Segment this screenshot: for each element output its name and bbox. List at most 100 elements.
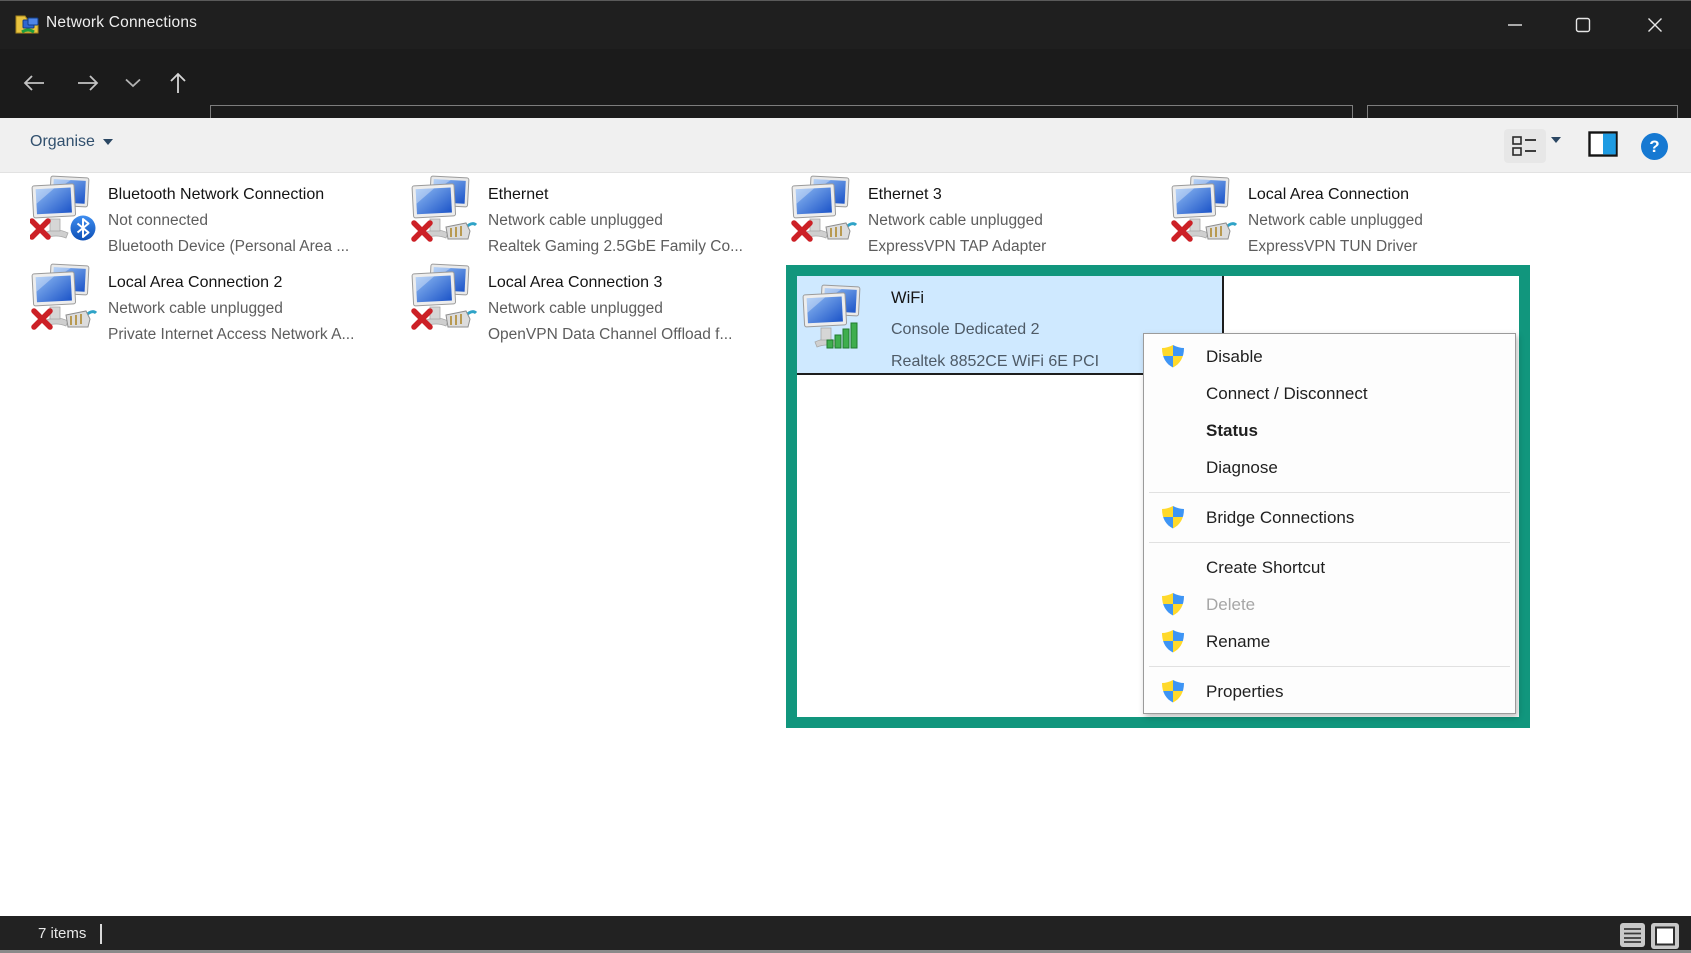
- uac-shield-icon: [1160, 505, 1186, 531]
- bluetooth-icon: [71, 216, 96, 241]
- rj45-connector-icon: [1206, 223, 1236, 239]
- bluetooth-adapter-icon: [30, 175, 100, 245]
- context-menu-item-diagnose[interactable]: Diagnose: [1144, 449, 1515, 486]
- connection-status: Network cable unplugged: [488, 296, 732, 322]
- forward-arrow-icon: [76, 73, 100, 93]
- context-menu-label: Disable: [1206, 347, 1263, 367]
- view-options-dropdown[interactable]: [1551, 143, 1561, 161]
- context-menu-item-status[interactable]: Status: [1144, 412, 1515, 449]
- network-connections-window: Network Connections: [0, 0, 1691, 953]
- close-button[interactable]: [1626, 1, 1684, 49]
- view-options-icon: [1512, 135, 1538, 157]
- context-menu-separator: [1144, 536, 1515, 549]
- back-button[interactable]: [14, 63, 54, 103]
- ethernet-adapter-icon: [410, 263, 480, 333]
- organise-caret-icon: [103, 139, 113, 145]
- context-menu-item-rename[interactable]: Rename: [1144, 623, 1515, 660]
- context-menu-item-create-shortcut[interactable]: Create Shortcut: [1144, 549, 1515, 586]
- details-view-button[interactable]: [1620, 923, 1645, 952]
- context-menu-item-properties[interactable]: Properties: [1144, 673, 1515, 710]
- uac-shield-icon: [1160, 344, 1186, 370]
- network-folder-icon: [14, 10, 42, 38]
- rj45-connector-icon: [826, 223, 856, 239]
- connection-item-ethernet-3[interactable]: Ethernet 3 Network cable unplugged Expre…: [790, 173, 1148, 255]
- context-menu-label: Properties: [1206, 682, 1283, 702]
- ethernet-adapter-icon: [30, 263, 100, 333]
- context-menu: Disable Connect / Disconnect Status Diag…: [1143, 333, 1516, 714]
- close-icon: [1647, 17, 1663, 33]
- minimize-button[interactable]: [1486, 1, 1544, 49]
- connection-status: Network cable unplugged: [488, 208, 743, 234]
- maximize-icon: [1575, 17, 1591, 33]
- context-menu-label: Diagnose: [1206, 458, 1278, 478]
- context-menu-separator: [1144, 660, 1515, 673]
- organise-menu-button[interactable]: Organise: [30, 133, 113, 151]
- status-bar: 7 items: [0, 916, 1691, 953]
- connection-device: ExpressVPN TUN Driver: [1248, 234, 1423, 260]
- connection-status: Network cable unplugged: [108, 296, 354, 322]
- uac-shield-icon: [1160, 629, 1186, 655]
- recent-pages-button[interactable]: [113, 63, 153, 103]
- status-divider: [100, 924, 102, 944]
- organise-label: Organise: [30, 133, 95, 151]
- forward-button[interactable]: [68, 63, 108, 103]
- uac-shield-icon: [1160, 679, 1186, 705]
- connection-title: Ethernet 3: [868, 182, 1046, 208]
- connection-title: Local Area Connection 2: [108, 270, 354, 296]
- uac-shield-icon: [1160, 592, 1186, 618]
- wifi-signal-bars-icon: [827, 323, 857, 348]
- context-menu-item-bridge-connections[interactable]: Bridge Connections: [1144, 499, 1515, 536]
- connection-item-bluetooth[interactable]: Bluetooth Network Connection Not connect…: [30, 173, 388, 255]
- preview-pane-button[interactable]: [1588, 131, 1618, 162]
- recent-pages-chevron-icon: [125, 78, 141, 88]
- ethernet-adapter-icon: [790, 175, 860, 245]
- context-menu-separator: [1144, 486, 1515, 499]
- connection-title: Local Area Connection 3: [488, 270, 732, 296]
- context-menu-label: Delete: [1206, 595, 1255, 615]
- context-menu-label: Rename: [1206, 632, 1270, 652]
- connection-status: Not connected: [108, 208, 349, 234]
- connection-device: Realtek 8852CE WiFi 6E PCI: [891, 346, 1099, 375]
- details-view-icon: [1620, 923, 1645, 947]
- connection-title: WiFi: [891, 282, 1099, 314]
- minimize-icon: [1507, 17, 1523, 33]
- connection-item-local-area-2[interactable]: Local Area Connection 2 Network cable un…: [30, 261, 388, 343]
- connection-item-local-area[interactable]: Local Area Connection Network cable unpl…: [1170, 173, 1528, 255]
- context-menu-item-disable[interactable]: Disable: [1144, 338, 1515, 375]
- help-button[interactable]: ?: [1641, 133, 1668, 160]
- connection-title: Local Area Connection: [1248, 182, 1423, 208]
- large-icons-view-icon: [1651, 923, 1679, 949]
- context-menu-item-delete[interactable]: Delete: [1144, 586, 1515, 623]
- view-options-button[interactable]: [1504, 129, 1546, 163]
- connection-device: Private Internet Access Network A...: [108, 322, 354, 348]
- context-menu-item-connect-disconnect[interactable]: Connect / Disconnect: [1144, 375, 1515, 412]
- connection-device: Bluetooth Device (Personal Area ...: [108, 234, 349, 260]
- back-arrow-icon: [22, 73, 46, 93]
- preview-pane-icon: [1588, 131, 1618, 157]
- connections-list: Bluetooth Network Connection Not connect…: [0, 173, 1691, 916]
- context-menu-label: Create Shortcut: [1206, 558, 1325, 578]
- title-bar: Network Connections: [0, 1, 1691, 49]
- connection-title: Bluetooth Network Connection: [108, 182, 349, 208]
- ethernet-adapter-icon: [410, 175, 480, 245]
- maximize-button[interactable]: [1554, 1, 1612, 49]
- connection-status: Network cable unplugged: [868, 208, 1046, 234]
- wifi-adapter-icon: [801, 284, 871, 354]
- context-menu-label: Status: [1206, 421, 1258, 441]
- navigation-bar: › Control Panel › Network and Internet ›…: [0, 49, 1691, 118]
- rj45-connector-icon: [446, 311, 476, 327]
- up-button[interactable]: [158, 63, 198, 103]
- connection-device: ExpressVPN TAP Adapter: [868, 234, 1046, 260]
- connection-item-local-area-3[interactable]: Local Area Connection 3 Network cable un…: [410, 261, 768, 343]
- command-toolbar: Organise ?: [0, 118, 1691, 173]
- rj45-connector-icon: [446, 223, 476, 239]
- connection-item-ethernet[interactable]: Ethernet Network cable unplugged Realtek…: [410, 173, 768, 255]
- large-icons-view-button[interactable]: [1651, 923, 1679, 953]
- ethernet-adapter-icon: [1170, 175, 1240, 245]
- context-menu-label: Bridge Connections: [1206, 508, 1354, 528]
- connection-device: Realtek Gaming 2.5GbE Family Co...: [488, 234, 743, 260]
- view-dropdown-caret-icon: [1551, 137, 1561, 160]
- help-question-icon: ?: [1649, 137, 1659, 157]
- context-menu-label: Connect / Disconnect: [1206, 384, 1368, 404]
- rj45-connector-icon: [66, 311, 96, 327]
